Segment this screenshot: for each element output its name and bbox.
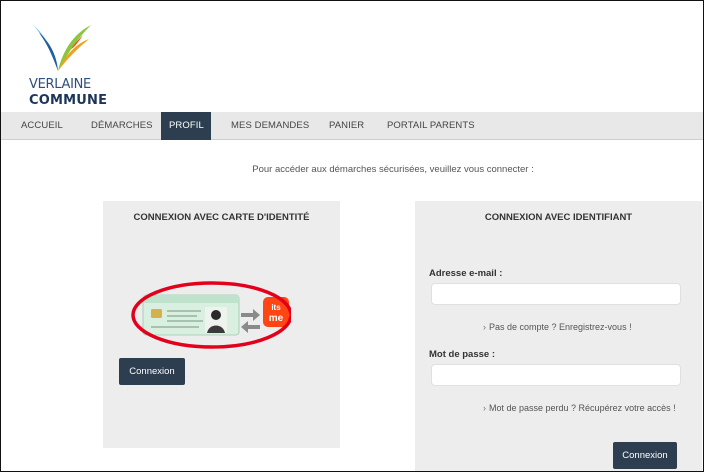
- credentials-login-panel: CONNEXION AVEC IDENTIFIANT Adresse e-mai…: [415, 201, 702, 471]
- nav-demarches[interactable]: DÉMARCHES: [83, 112, 161, 140]
- login-intro-text: Pour accéder aux démarches sécurisées, v…: [252, 164, 534, 175]
- password-field[interactable]: [431, 364, 681, 386]
- logo-leaf-icon: [33, 25, 91, 71]
- email-label: Adresse e-mail :: [429, 268, 503, 279]
- id-card-itsme-icon: its me: [131, 281, 293, 349]
- commune-logo[interactable]: VERLAINE COMMUNE: [27, 21, 137, 108]
- nav-portail-parents[interactable]: PORTAIL PARENTS: [379, 112, 483, 140]
- credentials-panel-title: CONNEXION AVEC IDENTIFIANT: [484, 212, 633, 223]
- eid-login-panel: CONNEXION AVEC CARTE D'IDENTITÉ its me C…: [103, 201, 340, 448]
- logo-text-commune: COMMUNE: [29, 93, 108, 108]
- nav-mes-demandes[interactable]: MES DEMANDES: [223, 112, 317, 140]
- password-label: Mot de passe :: [429, 349, 495, 360]
- eid-panel-title: CONNEXION AVEC CARTE D'IDENTITÉ: [133, 212, 310, 223]
- main-nav: ACCUEIL DÉMARCHES PROFIL MES DEMANDES PA…: [1, 112, 703, 140]
- credentials-connexion-button[interactable]: Connexion: [613, 442, 677, 469]
- email-field[interactable]: [431, 283, 681, 305]
- eid-connexion-button[interactable]: Connexion: [119, 358, 185, 385]
- eid-itsme-visual[interactable]: its me: [121, 277, 293, 349]
- forgot-password-link[interactable]: Mot de passe perdu ? Récupérez votre acc…: [483, 403, 676, 413]
- browser-frame: VERLAINE COMMUNE ACCUEIL DÉMARCHES PROFI…: [0, 0, 704, 472]
- logo-text-verlaine: VERLAINE: [29, 77, 91, 92]
- site-header: VERLAINE COMMUNE: [1, 1, 703, 109]
- nav-accueil[interactable]: ACCUEIL: [13, 112, 71, 140]
- svg-text:me: me: [269, 313, 284, 324]
- nav-profil[interactable]: PROFIL: [161, 112, 211, 140]
- svg-text:its: its: [271, 303, 281, 312]
- nav-panier[interactable]: PANIER: [321, 112, 372, 140]
- register-link[interactable]: Pas de compte ? Enregistrez-vous !: [483, 322, 632, 332]
